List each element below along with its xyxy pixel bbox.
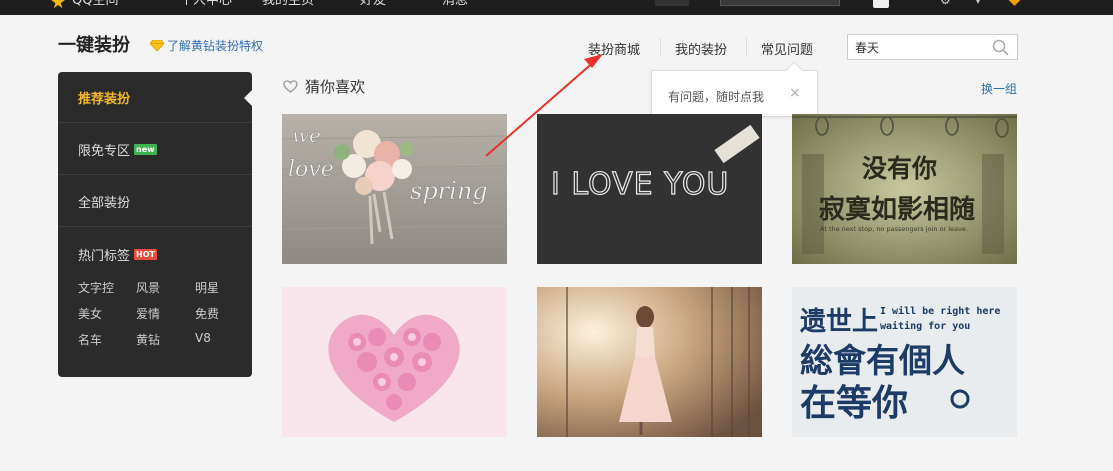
search-input[interactable]: [848, 35, 978, 59]
sidebar-item-recommended[interactable]: 推荐装扮: [58, 72, 252, 123]
thumb-bouquet-spring[interactable]: we love spring: [282, 114, 507, 264]
thumb-waiting-for-you[interactable]: 遗世上 I will be right here waiting for you…: [792, 287, 1017, 437]
active-indicator: [244, 90, 252, 106]
tag-link[interactable]: V8: [195, 331, 211, 345]
topbar-item[interactable]: 消息: [442, 0, 468, 10]
avatar[interactable]: [873, 0, 889, 8]
thumb-text: 遗世上: [800, 307, 878, 337]
brand-link[interactable]: QQ空间: [72, 0, 118, 10]
thumb-girl-in-white[interactable]: [537, 287, 762, 437]
sidebar-item-label: 全部装扮: [78, 195, 131, 211]
tooltip-text[interactable]: 有问题，随时点我: [668, 88, 764, 105]
tag-link[interactable]: 名车: [78, 331, 102, 348]
page-title: 一键装扮: [58, 35, 130, 56]
thumb-text: spring: [410, 177, 488, 205]
hot-tags-title: 热门标签 HOT: [78, 245, 157, 264]
tooltip-arrow: [785, 61, 803, 79]
tag-link[interactable]: 明星: [195, 279, 219, 296]
settings-icon[interactable]: ⚙: [940, 0, 951, 7]
close-icon[interactable]: ×: [789, 86, 801, 100]
yellow-diamond-icon: [150, 40, 164, 51]
faq-tooltip: 有问题，随时点我 ×: [651, 61, 818, 117]
nav-store[interactable]: 装扮商城: [588, 39, 640, 58]
tag-link[interactable]: 黄钻: [136, 331, 160, 348]
thumb-text: love: [288, 157, 334, 182]
new-badge: new: [134, 143, 157, 155]
thumb-text: 寂寞如影相随: [819, 194, 975, 225]
search-icon[interactable]: [992, 39, 1009, 56]
nav-divider: [746, 38, 747, 56]
topbar-item[interactable]: 个人中心: [180, 0, 232, 10]
thumb-text: we: [292, 123, 321, 147]
nav-my-dressup[interactable]: 我的装扮: [675, 39, 727, 58]
thumb-text: waiting for you: [880, 320, 970, 332]
heart-icon: [283, 80, 298, 93]
topbar-item[interactable]: 好友: [360, 0, 386, 10]
hot-badge: HOT: [134, 249, 157, 260]
section-title: 猜你喜欢: [305, 78, 366, 96]
yellow-diamond-icon[interactable]: [1008, 0, 1021, 6]
menu-icon[interactable]: ▾: [975, 0, 981, 7]
thumb-i-love-you[interactable]: I LOVE YOU: [537, 114, 762, 264]
sidebar-item-label: 限免专区: [78, 143, 131, 159]
tag-link[interactable]: 爱情: [136, 305, 160, 322]
thumb-lonely-subway[interactable]: 没有你 寂寞如影相随 At the next stop, no passenge…: [792, 114, 1017, 264]
thumb-text: I LOVE YOU: [551, 167, 729, 202]
tag-link[interactable]: 风景: [136, 279, 160, 296]
thumb-text: At the next stop, no passengers join or …: [820, 225, 968, 233]
nav-divider: [660, 38, 661, 56]
sidebar: 推荐装扮 限免专区 new 全部装扮 热门标签 HOT 文字控 风景 明星 美女…: [58, 72, 252, 377]
qzone-star-icon[interactable]: ★: [50, 0, 66, 12]
topbar-search[interactable]: [720, 0, 840, 6]
thumb-pink-rose-heart[interactable]: [282, 287, 507, 437]
sidebar-item-free-zone[interactable]: 限免专区 new: [58, 124, 252, 175]
tag-link[interactable]: 免费: [195, 305, 219, 322]
thumb-text: 没有你: [862, 154, 937, 183]
nav-faq[interactable]: 常见问题: [761, 39, 813, 58]
sidebar-item-label: 推荐装扮: [78, 91, 131, 107]
section-header: 猜你喜欢: [283, 76, 365, 97]
privilege-link[interactable]: 了解黄钻装扮特权: [150, 37, 263, 54]
search-box: [847, 34, 1018, 60]
tag-link[interactable]: 美女: [78, 305, 102, 322]
sidebar-item-all[interactable]: 全部装扮: [58, 176, 252, 227]
hot-tags-label: 热门标签: [78, 249, 131, 264]
thumb-text: I will be right here: [880, 305, 1000, 317]
tag-link[interactable]: 文字控: [78, 279, 114, 296]
topbar-item[interactable]: 我的主页: [262, 0, 314, 10]
topbar-arrows[interactable]: [655, 0, 689, 6]
top-navigation-bar: ★ QQ空间 个人中心 我的主页 好友 消息 ⚙ ▾: [0, 0, 1113, 15]
thumb-text: 総會有個人: [800, 341, 965, 380]
privilege-link-label: 了解黄钻装扮特权: [167, 39, 264, 53]
refresh-link[interactable]: 换一组: [981, 80, 1017, 97]
thumb-text: 在等你: [800, 383, 908, 424]
